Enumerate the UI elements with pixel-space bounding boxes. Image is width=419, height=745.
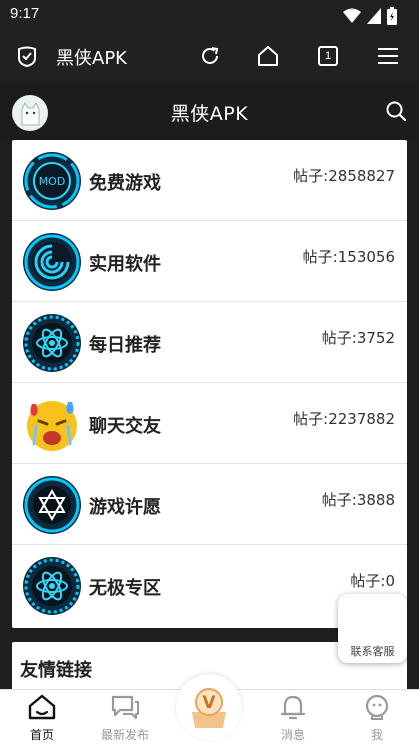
category-list: MOD 免费游戏 帖子:2858827 实用软件 帖子:153056 每日推荐 …	[12, 140, 407, 628]
vip-center-icon: V	[192, 688, 226, 728]
swirl-icon	[23, 233, 81, 291]
menu-button[interactable]	[376, 44, 400, 68]
chat-icon	[111, 695, 139, 719]
status-bar: 9:17	[0, 0, 419, 30]
home-icon	[28, 694, 56, 720]
search-icon	[386, 101, 407, 122]
shield-check-icon[interactable]	[16, 45, 38, 67]
tab-count-box: 1	[318, 46, 338, 66]
category-name: 无极专区	[89, 578, 161, 599]
nav-me[interactable]: 我	[342, 694, 412, 743]
nav-me-label: 我	[370, 728, 383, 742]
reload-icon	[202, 47, 219, 64]
vip-center-button[interactable]: V	[176, 674, 242, 740]
category-name: 实用软件	[89, 254, 161, 275]
customer-service-label: 联系客服	[350, 645, 395, 658]
bell-icon	[280, 695, 306, 720]
search-button[interactable]	[385, 100, 407, 126]
nav-latest[interactable]: 最新发布	[90, 694, 160, 743]
friend-links-title: 友情链接	[20, 660, 92, 681]
nav-messages[interactable]: 消息	[258, 694, 328, 743]
category-row-useful-software[interactable]: 实用软件 帖子:153056	[12, 221, 407, 302]
tabs-button[interactable]: 1	[316, 44, 340, 68]
star-of-david-icon	[23, 476, 81, 534]
post-count: 帖子:2237882	[293, 410, 395, 428]
profile-icon	[365, 694, 389, 720]
category-row-game-wish[interactable]: 游戏许愿 帖子:3888	[12, 464, 407, 545]
home-outline-icon	[258, 46, 278, 66]
category-row-daily-recommend[interactable]: 每日推荐 帖子:3752	[12, 302, 407, 383]
post-count: 帖子:3888	[321, 491, 395, 509]
reload-button[interactable]	[198, 44, 222, 68]
post-count: 帖子:3752	[321, 329, 395, 347]
nav-home-label: 首页	[29, 728, 54, 742]
nav-home[interactable]: 首页	[7, 694, 77, 743]
app-header: 黑侠APK	[0, 82, 419, 140]
category-row-chat-friends[interactable]: 聊天交友 帖子:2237882	[12, 383, 407, 464]
atom-icon	[23, 314, 81, 372]
battery-icon	[387, 7, 397, 25]
browser-page-title: 黑侠APK	[56, 48, 127, 69]
home-button[interactable]	[256, 44, 280, 68]
signal-icon	[367, 8, 381, 24]
atom-icon	[23, 557, 81, 615]
vip-center-text: V	[202, 693, 216, 713]
wifi-icon	[343, 8, 361, 23]
category-name: 聊天交友	[89, 416, 161, 437]
post-count: 帖子:0	[350, 572, 395, 590]
mod-badge-icon: MOD	[23, 152, 81, 210]
post-count: 帖子:2858827	[293, 167, 395, 185]
app-title: 黑侠APK	[170, 103, 249, 125]
status-time: 9:17	[10, 5, 40, 22]
tab-count: 1	[324, 50, 332, 62]
nav-latest-label: 最新发布	[100, 728, 149, 742]
browser-toolbar: 黑侠APK 1	[0, 30, 419, 82]
post-count: 帖子:153056	[302, 248, 395, 266]
category-row-free-games[interactable]: MOD 免费游戏 帖子:2858827	[12, 140, 407, 221]
status-icons	[343, 7, 397, 25]
category-name: 免费游戏	[89, 173, 161, 194]
crying-emoji-icon	[27, 401, 77, 451]
mod-badge-text: MOD	[39, 175, 66, 188]
category-name: 游戏许愿	[89, 497, 161, 518]
category-name: 每日推荐	[89, 335, 161, 356]
nav-messages-label: 消息	[280, 728, 305, 742]
menu-icon	[378, 48, 398, 64]
customer-service-button[interactable]: 联系客服	[338, 594, 407, 663]
